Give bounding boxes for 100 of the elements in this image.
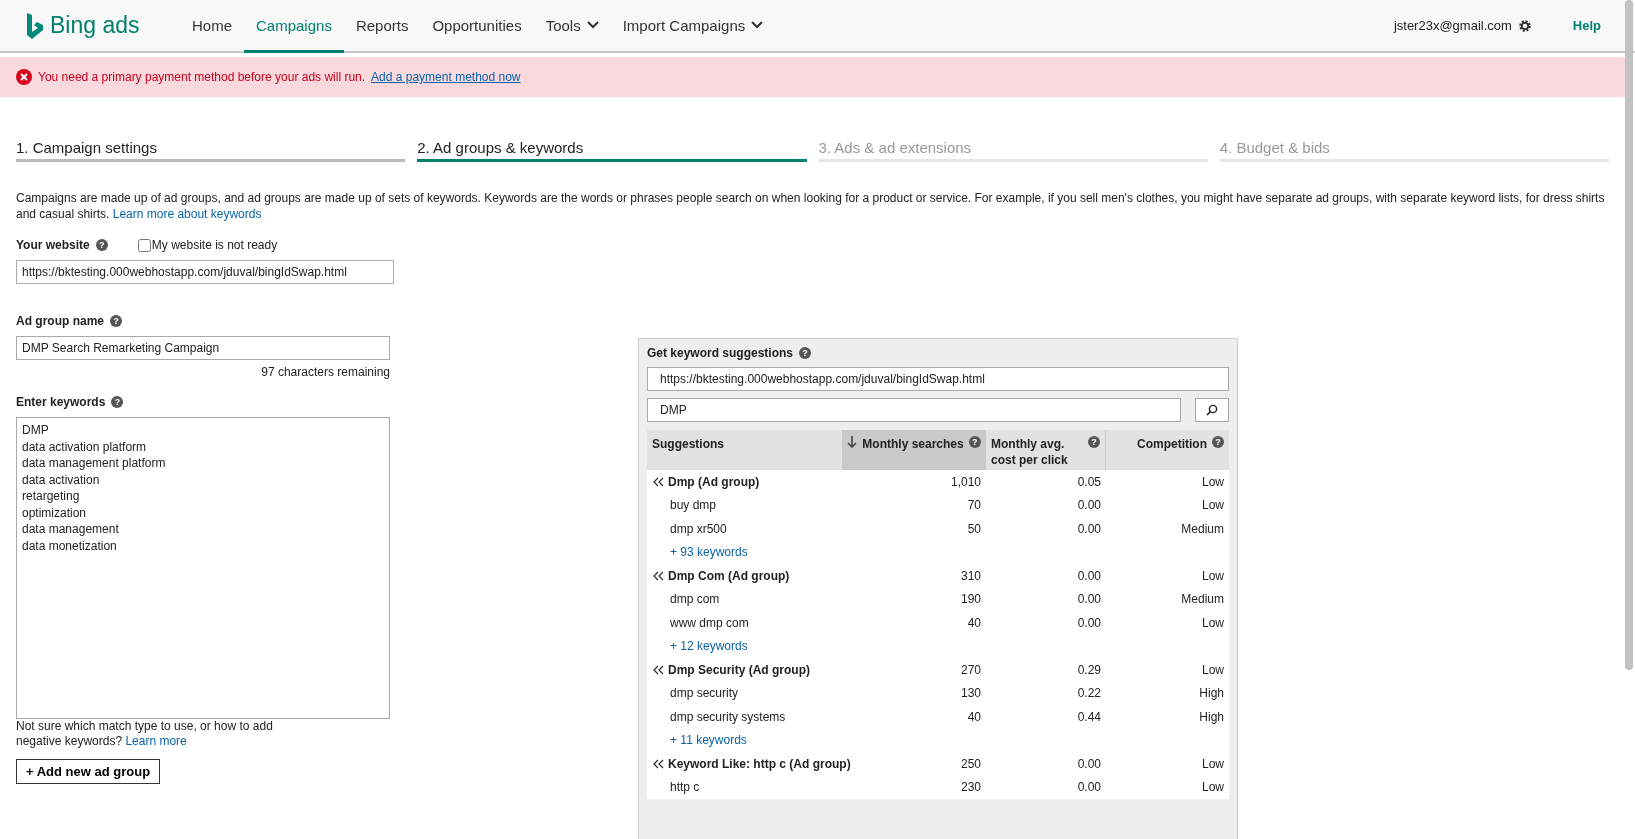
panel-title: Get keyword suggestions bbox=[647, 346, 794, 360]
table-cell: Low bbox=[1202, 474, 1224, 489]
nav-tab[interactable]: Opportunities bbox=[420, 0, 534, 53]
nav-tab[interactable]: Campaigns bbox=[244, 0, 344, 53]
more-keywords-link[interactable]: + 93 keywords bbox=[670, 545, 748, 560]
table-cell: 0.22 bbox=[1077, 686, 1101, 701]
intro-text: Campaigns are made up of ad groups, and ad groups are made up of sets of keywords. Keywords are the words or phrases people search on when looking for a product or service. For example, if you sell men's clothes, you might have separate ad groups, with separate keyword lists, for dress shirts and casual shirts. Learn more about keywords bbox=[16, 190, 1605, 222]
keyword-text: dmp com bbox=[670, 592, 720, 607]
column-title: Monthly searches bbox=[862, 436, 964, 452]
table-cell: 0.29 bbox=[1077, 662, 1101, 677]
table-cell: 250 bbox=[960, 756, 981, 771]
table-cell: 230 bbox=[960, 780, 981, 795]
add-chevron-icon[interactable] bbox=[653, 664, 664, 675]
url-field[interactable]: https://bktesting.000webhostapp.com/jduval/bingIdSwap.html bbox=[647, 367, 1229, 391]
characters-remaining: 97 characters remaining bbox=[260, 365, 390, 379]
help-icon[interactable]: ? bbox=[799, 347, 812, 359]
nav-tab[interactable]: Home bbox=[180, 0, 244, 53]
table-cell: 1,010 bbox=[950, 474, 981, 489]
table-cell: 40 bbox=[967, 615, 981, 630]
search-field[interactable]: DMP bbox=[647, 398, 1181, 422]
scrollbar[interactable] bbox=[1625, 0, 1633, 670]
help-icon[interactable]: ? bbox=[968, 436, 981, 448]
ad-group-name: Dmp (Ad group) bbox=[668, 474, 760, 489]
more-keywords-link[interactable]: + 11 keywords bbox=[670, 733, 747, 748]
table-cell: High bbox=[1199, 686, 1224, 701]
help-icon[interactable]: ? bbox=[110, 315, 122, 327]
nav-tab[interactable]: Tools bbox=[533, 0, 611, 53]
account-email: jster23x@gmail.com bbox=[1393, 18, 1512, 33]
learn-more-link[interactable]: Learn more bbox=[125, 734, 187, 748]
ad-group-name: Dmp Security (Ad group) bbox=[668, 662, 810, 677]
table-cell: 310 bbox=[960, 568, 981, 583]
field-label: Ad group name bbox=[16, 314, 104, 328]
table-cell: Low bbox=[1202, 498, 1224, 513]
table-cell: 0.00 bbox=[1077, 592, 1101, 607]
nav-tab[interactable]: Import Campaigns bbox=[610, 0, 776, 53]
table-cell: Low bbox=[1202, 615, 1224, 630]
keywords-link[interactable]: Learn more about keywords bbox=[112, 207, 262, 221]
website-field[interactable]: https://bktesting.000webhostapp.com/jduval/bingIdSwap.html bbox=[16, 260, 394, 284]
table-cell: 0.00 bbox=[1077, 568, 1101, 583]
keyword-text: www dmp com bbox=[670, 615, 749, 630]
table-cell: 130 bbox=[960, 686, 981, 701]
keyword-text: dmp security bbox=[670, 686, 739, 701]
column-title: Monthly avg. cost per click bbox=[991, 436, 1069, 468]
table-cell: Low bbox=[1202, 662, 1224, 677]
ad-group-name: Dmp Com (Ad group) bbox=[668, 568, 790, 583]
add-chevron-icon[interactable] bbox=[653, 476, 664, 487]
column-title: Competition bbox=[1137, 436, 1207, 452]
table-cell: 50 bbox=[967, 521, 981, 536]
step-tab[interactable]: 1. Campaign settings bbox=[16, 139, 406, 162]
checkbox-label: My website is not ready bbox=[151, 238, 278, 252]
logo-text: Bing ads bbox=[50, 12, 140, 39]
ad-group-name-field[interactable]: DMP Search Remarketing Campaign bbox=[16, 336, 390, 360]
logo-icon bbox=[26, 11, 44, 40]
caret-icon bbox=[751, 21, 764, 29]
keywords-field[interactable]: DMP data activation platform data management platform data activation retargeting optimization data management data monetization bbox=[16, 417, 390, 719]
more-keywords-link[interactable]: + 12 keywords bbox=[670, 639, 748, 654]
keyword-text: dmp xr500 bbox=[670, 521, 727, 536]
nav-tab[interactable]: Reports bbox=[343, 0, 421, 53]
table-cell: Low bbox=[1202, 568, 1224, 583]
table-cell: Low bbox=[1202, 780, 1224, 795]
add-ad-group-button[interactable]: + Add new ad group bbox=[16, 759, 161, 784]
search-button[interactable] bbox=[1195, 398, 1229, 422]
field-label: Enter keywords bbox=[16, 395, 106, 409]
sort-arrow-icon bbox=[847, 436, 858, 448]
table-cell: 0.00 bbox=[1077, 780, 1101, 795]
help-icon[interactable]: ? bbox=[111, 396, 124, 408]
table-cell: Medium bbox=[1181, 592, 1224, 607]
keyword-text: buy dmp bbox=[670, 498, 717, 513]
column-header[interactable]: Monthly avg. cost per click ? bbox=[986, 430, 1106, 470]
table-cell: 190 bbox=[960, 592, 981, 607]
column-header[interactable]: Competition ? bbox=[1106, 430, 1229, 470]
step-tab[interactable]: 2. Ad groups & keywords bbox=[417, 139, 807, 162]
field-label: Your website bbox=[16, 238, 90, 252]
column-title: Suggestions bbox=[652, 436, 724, 452]
table-cell: 0.44 bbox=[1077, 709, 1101, 724]
caret-icon bbox=[586, 21, 599, 29]
column-header[interactable]: Monthly searches ? bbox=[842, 430, 986, 470]
keyword-text: dmp security systems bbox=[670, 709, 786, 724]
table-cell: High bbox=[1199, 709, 1224, 724]
checkbox[interactable] bbox=[137, 238, 151, 252]
help-link[interactable]: Help bbox=[1572, 18, 1601, 33]
payment-link[interactable]: Add a payment method now bbox=[371, 70, 521, 84]
match-type-hint: Not sure which match type to use, or how to add negative keywords? Learn more bbox=[16, 719, 274, 749]
alert-message: You need a primary payment method before your ads will run. bbox=[38, 70, 366, 84]
add-chevron-icon[interactable] bbox=[653, 570, 664, 581]
help-icon[interactable]: ? bbox=[95, 239, 108, 251]
ad-group-name: Keyword Like: http c (Ad group) bbox=[668, 756, 851, 771]
table-cell: Low bbox=[1202, 756, 1224, 771]
table-cell: 0.00 bbox=[1077, 521, 1101, 536]
table-cell: 0.00 bbox=[1077, 756, 1101, 771]
help-icon[interactable]: ? bbox=[1088, 436, 1100, 448]
table-cell: 70 bbox=[967, 498, 981, 513]
table-cell: 0.00 bbox=[1077, 615, 1101, 630]
table-cell: 40 bbox=[967, 709, 981, 724]
column-header[interactable]: Suggestions bbox=[647, 430, 842, 470]
table-cell: 0.00 bbox=[1077, 498, 1101, 513]
help-icon[interactable]: ? bbox=[1212, 436, 1224, 448]
settings-icon[interactable] bbox=[1517, 18, 1532, 33]
add-chevron-icon[interactable] bbox=[653, 758, 664, 769]
keyword-text: http c bbox=[670, 780, 700, 795]
